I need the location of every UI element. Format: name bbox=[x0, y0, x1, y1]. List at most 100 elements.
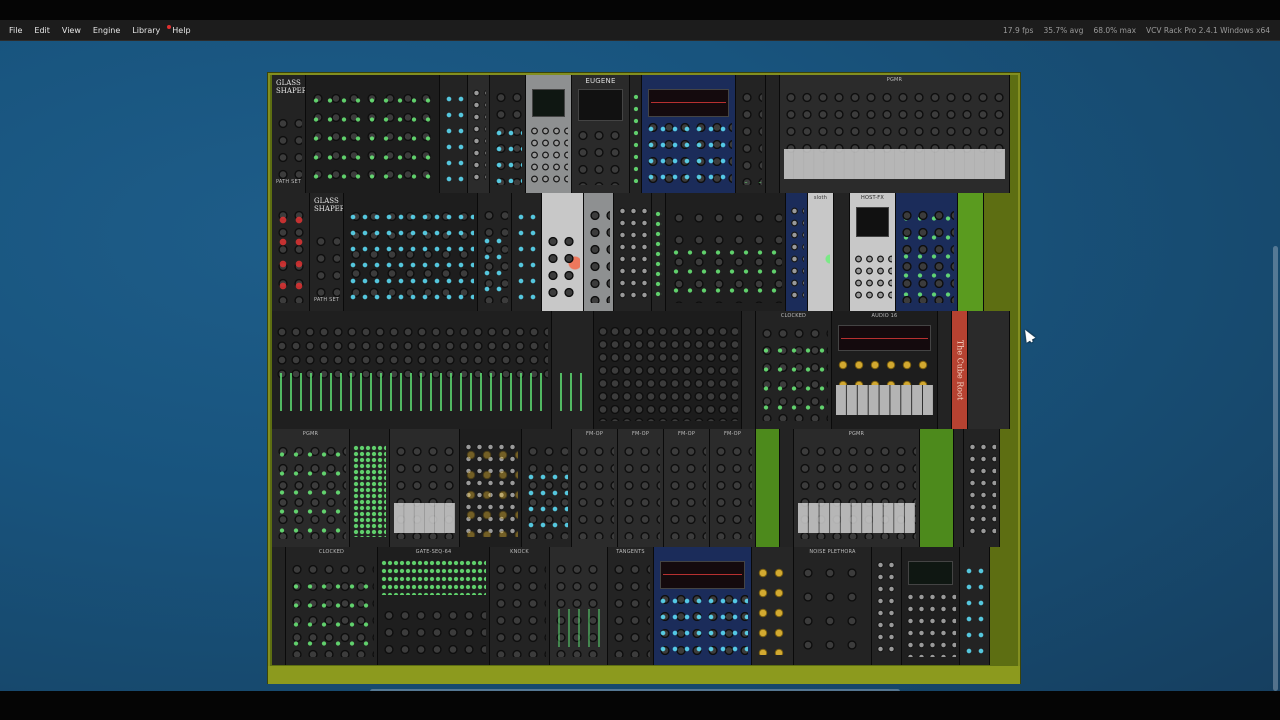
knob-grid[interactable] bbox=[575, 127, 626, 185]
module-path-set[interactable] bbox=[440, 75, 468, 193]
button-grid[interactable] bbox=[836, 385, 933, 415]
module-pgmr-left[interactable]: PGMR bbox=[272, 429, 350, 547]
module-quad-vca[interactable] bbox=[478, 193, 512, 311]
step-buttons[interactable] bbox=[798, 503, 915, 533]
module-utility[interactable] bbox=[964, 429, 1000, 547]
module-clocked[interactable]: CLOCKED bbox=[756, 311, 832, 429]
module-eugene[interactable]: EUGENE bbox=[572, 75, 630, 193]
module-clocked-2[interactable]: CLOCKED bbox=[286, 547, 378, 665]
module-blank-thin[interactable] bbox=[834, 193, 850, 311]
module-split[interactable] bbox=[468, 75, 490, 193]
module-quantizer[interactable] bbox=[902, 547, 960, 665]
module-host-fx[interactable]: HOST-FX bbox=[850, 193, 896, 311]
knob-grid[interactable] bbox=[493, 561, 546, 657]
module-aux-expander[interactable] bbox=[594, 311, 742, 429]
module-sum[interactable] bbox=[652, 193, 666, 311]
jack-grid[interactable] bbox=[471, 87, 486, 185]
knob-grid[interactable] bbox=[275, 115, 302, 185]
module-ring[interactable] bbox=[512, 193, 542, 311]
module-glass-shaper-2[interactable]: GLASS SHAPER PATH SET bbox=[310, 193, 344, 311]
module-multi-split[interactable] bbox=[960, 547, 990, 665]
step-buttons[interactable] bbox=[394, 503, 455, 533]
fader-bank[interactable] bbox=[556, 373, 589, 411]
knob-grid[interactable] bbox=[621, 443, 660, 539]
module-tangents[interactable]: TANGENTS bbox=[608, 547, 654, 665]
module-mcp[interactable] bbox=[872, 547, 902, 665]
step-buttons[interactable] bbox=[784, 149, 1005, 179]
module-duo[interactable] bbox=[550, 547, 608, 665]
fader-bank[interactable] bbox=[276, 373, 547, 411]
jack-grid[interactable] bbox=[789, 205, 804, 303]
module-seq-grid[interactable] bbox=[350, 429, 390, 547]
module-dual-filter[interactable] bbox=[666, 193, 786, 311]
module-noise-plethora[interactable]: NOISE PLETHORA bbox=[794, 547, 872, 665]
module-valley[interactable] bbox=[614, 193, 652, 311]
module-mixmaster[interactable] bbox=[272, 311, 552, 429]
jack-grid[interactable] bbox=[617, 205, 648, 303]
fader-bank[interactable] bbox=[554, 609, 603, 647]
menu-help[interactable]: Help bbox=[166, 20, 196, 41]
menu-file[interactable]: File bbox=[0, 20, 28, 41]
module-twin-lfo[interactable] bbox=[542, 193, 584, 311]
jack-grid[interactable] bbox=[967, 441, 996, 539]
module-audio-16[interactable]: AUDIO 16 bbox=[832, 311, 938, 429]
module-scope[interactable] bbox=[642, 75, 736, 193]
module-fm-op-4[interactable]: FM-OP bbox=[710, 429, 756, 547]
module-pgmr-right[interactable] bbox=[390, 429, 460, 547]
module-blank-thin[interactable] bbox=[742, 311, 756, 429]
knob-grid[interactable] bbox=[587, 207, 610, 303]
knob-grid[interactable] bbox=[667, 443, 706, 539]
module-quad-env[interactable] bbox=[522, 429, 572, 547]
module-strobe[interactable] bbox=[786, 193, 808, 311]
module-knock[interactable]: KNOCK bbox=[490, 547, 550, 665]
knob-grid[interactable] bbox=[381, 607, 486, 657]
module-blank-thin[interactable] bbox=[766, 75, 780, 193]
module-feline[interactable] bbox=[584, 193, 614, 311]
module-matrix-mixer[interactable] bbox=[896, 193, 958, 311]
knob-grid[interactable] bbox=[611, 561, 650, 657]
module-glass-shaper[interactable]: GLASS SHAPER PATH SET bbox=[272, 75, 306, 193]
module-shaper-matrix-2[interactable] bbox=[344, 193, 478, 311]
module-fm-op-2[interactable]: FM-OP bbox=[618, 429, 664, 547]
module-harmonic[interactable] bbox=[752, 547, 794, 665]
jack-grid[interactable] bbox=[905, 591, 956, 657]
knob-grid[interactable] bbox=[755, 563, 790, 655]
module-hdat[interactable] bbox=[526, 75, 572, 193]
module-rotor[interactable] bbox=[490, 75, 526, 193]
knob-grid[interactable] bbox=[597, 325, 738, 421]
module-the-cube-root[interactable]: The Cube Root bbox=[952, 311, 968, 429]
knob-grid[interactable] bbox=[575, 443, 614, 539]
knob-grid[interactable] bbox=[713, 443, 752, 539]
module-blank-thin[interactable] bbox=[780, 429, 794, 547]
module-fm-op-3[interactable]: FM-OP bbox=[664, 429, 710, 547]
module-mix-aux[interactable] bbox=[552, 311, 594, 429]
module-pgmr-sequencer[interactable]: PGMR bbox=[780, 75, 1010, 193]
module-sloth[interactable]: sloth bbox=[808, 193, 834, 311]
menu-edit[interactable]: Edit bbox=[28, 20, 56, 41]
jack-grid[interactable] bbox=[529, 125, 568, 185]
module-mixer-strip[interactable] bbox=[736, 75, 766, 193]
module-gate-seq-64[interactable]: GATE-SEQ-64 bbox=[378, 547, 490, 665]
module-blank-thin[interactable] bbox=[272, 547, 286, 665]
module-attenuator[interactable] bbox=[272, 193, 310, 311]
menu-library[interactable]: Library bbox=[126, 20, 166, 41]
module-fm-op-1[interactable]: FM-OP bbox=[572, 429, 618, 547]
knob-grid[interactable] bbox=[545, 233, 580, 303]
knob-grid[interactable] bbox=[899, 207, 954, 303]
knob-grid[interactable] bbox=[783, 89, 1006, 153]
module-pattern-grid[interactable] bbox=[460, 429, 522, 547]
jack-grid[interactable] bbox=[853, 253, 892, 303]
knob-grid[interactable] bbox=[275, 325, 548, 379]
knob-grid[interactable] bbox=[739, 89, 762, 185]
module-shaper-matrix[interactable] bbox=[306, 75, 440, 193]
module-blank-thin[interactable] bbox=[954, 429, 964, 547]
jack-grid[interactable] bbox=[875, 559, 898, 657]
module-blank-thin[interactable] bbox=[938, 311, 952, 429]
vertical-scrollbar[interactable] bbox=[1273, 246, 1278, 691]
knob-grid[interactable] bbox=[797, 561, 868, 657]
module-scope-2[interactable] bbox=[654, 547, 752, 665]
knob-grid[interactable] bbox=[313, 233, 340, 303]
menu-view[interactable]: View bbox=[56, 20, 87, 41]
module-pgmr-2[interactable]: PGMR bbox=[794, 429, 920, 547]
module-blank-thin[interactable] bbox=[630, 75, 642, 193]
